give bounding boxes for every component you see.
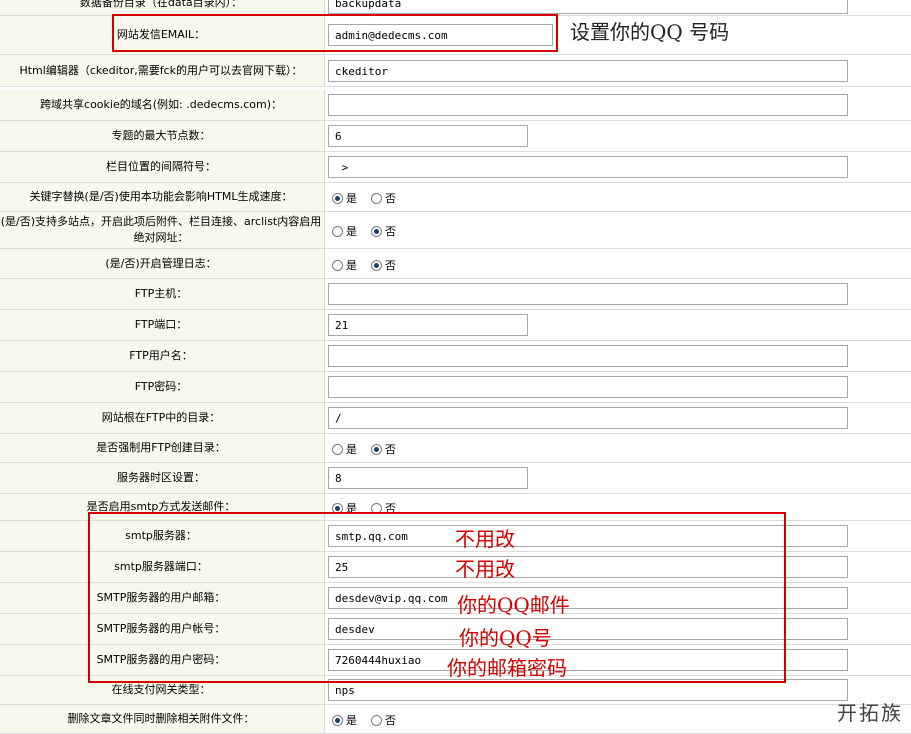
form-row-keyword-replace: 关键字替换(是/否)使用本功能会影响HTML生成速度：是否 bbox=[0, 183, 911, 212]
admin-log-yes-radio[interactable]: 是 bbox=[332, 257, 357, 273]
form-row-separator: 栏目位置的间隔符号： bbox=[0, 152, 911, 183]
value-cell bbox=[325, 705, 911, 733]
field-label-ftp-port: FTP端口： bbox=[134, 318, 188, 331]
html-editor-input[interactable] bbox=[328, 60, 848, 82]
value-cell bbox=[325, 183, 911, 211]
annotation-no-change-2: 不用改 bbox=[455, 557, 515, 581]
timezone-input[interactable] bbox=[328, 467, 528, 489]
form-row-ftp-user: FTP用户名： bbox=[0, 341, 911, 372]
radio-circle-icon bbox=[332, 259, 343, 271]
annotation-your-qq-no: 你的QQ号 bbox=[459, 626, 552, 650]
value-cell bbox=[325, 434, 911, 462]
delete-attach-yes-radio[interactable]: 是 bbox=[332, 712, 357, 728]
form-row-ftp-pass: FTP密码： bbox=[0, 372, 911, 403]
field-label-backup-dir: 数据备份目录（在data目录内）： bbox=[79, 0, 243, 9]
radio-circle-icon bbox=[332, 225, 343, 237]
ftp-port-input[interactable] bbox=[328, 314, 528, 336]
ftp-pass-input[interactable] bbox=[328, 376, 848, 398]
separator-input[interactable] bbox=[328, 156, 848, 178]
annotation-qq-hint: 设置你的QQ 号码 bbox=[570, 20, 730, 44]
smtp-highlight-box bbox=[88, 512, 786, 683]
form-row-topic-nodes: 专题的最大节点数： bbox=[0, 121, 911, 152]
form-row-ftp-root: 网站根在FTP中的目录： bbox=[0, 403, 911, 434]
form-row-html-editor: Html编辑器（ckeditor,需要fck的用户可以去官网下载）： bbox=[0, 55, 911, 87]
form-row-ftp-mkdir: 是否强制用FTP创建目录：是否 bbox=[0, 434, 911, 463]
multi-site-no-radio[interactable]: 否 bbox=[371, 223, 396, 239]
radio-circle-icon bbox=[371, 714, 382, 726]
email-highlight-box bbox=[112, 14, 558, 52]
field-label-timezone: 服务器时区设置： bbox=[117, 471, 205, 484]
radio-label: 否 bbox=[385, 225, 396, 238]
value-cell bbox=[325, 249, 911, 278]
radio-label: 否 bbox=[385, 714, 396, 727]
form-row-timezone: 服务器时区设置： bbox=[0, 463, 911, 494]
radio-circle-icon bbox=[332, 443, 343, 455]
keyword-replace-yes-radio[interactable]: 是 bbox=[332, 190, 357, 206]
field-label-topic-nodes: 专题的最大节点数： bbox=[111, 129, 211, 142]
field-label-multi-site: (是/否)支持多站点，开启此项后附件、栏目连接、arclist内容启用绝对网址： bbox=[0, 215, 322, 244]
value-cell bbox=[325, 212, 911, 248]
backup-dir-input[interactable] bbox=[328, 0, 848, 14]
form-row-multi-site: (是/否)支持多站点，开启此项后附件、栏目连接、arclist内容启用绝对网址：… bbox=[0, 212, 911, 249]
field-label-keyword-replace: 关键字替换(是/否)使用本功能会影响HTML生成速度： bbox=[29, 190, 293, 203]
annotation-your-qq-mail: 你的QQ邮件 bbox=[457, 593, 570, 617]
field-label-ftp-host: FTP主机： bbox=[134, 287, 188, 300]
annotation-your-mail-pwd: 你的邮箱密码 bbox=[447, 656, 567, 680]
field-label-delete-attach: 删除文章文件同时删除相关附件文件： bbox=[67, 712, 255, 725]
ftp-mkdir-radio-group: 是否 bbox=[332, 441, 396, 457]
field-label-cookie-domain: 跨域共享cookie的域名(例如: .dedecms.com)： bbox=[40, 98, 282, 111]
watermark-text: 开拓族 bbox=[837, 701, 903, 725]
radio-circle-icon bbox=[332, 192, 343, 204]
radio-circle-icon bbox=[371, 225, 382, 237]
field-label-ftp-pass: FTP密码： bbox=[134, 380, 188, 393]
field-label-html-editor: Html编辑器（ckeditor,需要fck的用户可以去官网下载）： bbox=[19, 63, 303, 77]
radio-circle-icon bbox=[371, 443, 382, 455]
ftp-mkdir-no-radio[interactable]: 否 bbox=[371, 441, 396, 457]
cookie-domain-input[interactable] bbox=[328, 94, 848, 116]
admin-log-radio-group: 是否 bbox=[332, 257, 396, 273]
multi-site-radio-group: 是否 bbox=[332, 223, 396, 239]
form-row-ftp-host: FTP主机： bbox=[0, 279, 911, 310]
keyword-replace-no-radio[interactable]: 否 bbox=[371, 190, 396, 206]
radio-label: 是 bbox=[346, 443, 357, 456]
radio-label: 否 bbox=[385, 259, 396, 272]
multi-site-yes-radio[interactable]: 是 bbox=[332, 223, 357, 239]
radio-label: 是 bbox=[346, 714, 357, 727]
field-label-ftp-root: 网站根在FTP中的目录： bbox=[101, 411, 221, 424]
radio-label: 否 bbox=[385, 192, 396, 205]
ftp-root-input[interactable] bbox=[328, 407, 848, 429]
radio-label: 否 bbox=[385, 443, 396, 456]
field-label-ftp-mkdir: 是否强制用FTP创建目录： bbox=[96, 441, 226, 454]
radio-label: 是 bbox=[346, 225, 357, 238]
radio-circle-icon bbox=[332, 714, 343, 726]
field-label-ftp-user: FTP用户名： bbox=[129, 349, 193, 362]
form-row-cookie-domain: 跨域共享cookie的域名(例如: .dedecms.com)： bbox=[0, 90, 911, 121]
topic-nodes-input[interactable] bbox=[328, 125, 528, 147]
ftp-mkdir-yes-radio[interactable]: 是 bbox=[332, 441, 357, 457]
form-row-ftp-port: FTP端口： bbox=[0, 310, 911, 341]
radio-circle-icon bbox=[371, 259, 382, 271]
delete-attach-radio-group: 是否 bbox=[332, 712, 396, 728]
annotation-no-change-1: 不用改 bbox=[455, 527, 515, 551]
keyword-replace-radio-group: 是否 bbox=[332, 190, 396, 206]
admin-log-no-radio[interactable]: 否 bbox=[371, 257, 396, 273]
delete-attach-no-radio[interactable]: 否 bbox=[371, 712, 396, 728]
ftp-host-input[interactable] bbox=[328, 283, 848, 305]
radio-label: 是 bbox=[346, 259, 357, 272]
radio-label: 是 bbox=[346, 192, 357, 205]
radio-circle-icon bbox=[371, 192, 382, 204]
ftp-user-input[interactable] bbox=[328, 345, 848, 367]
field-label-admin-log: (是/否)开启管理日志： bbox=[105, 256, 217, 270]
field-label-separator: 栏目位置的间隔符号： bbox=[106, 160, 216, 173]
form-row-admin-log: (是/否)开启管理日志：是否 bbox=[0, 249, 911, 279]
